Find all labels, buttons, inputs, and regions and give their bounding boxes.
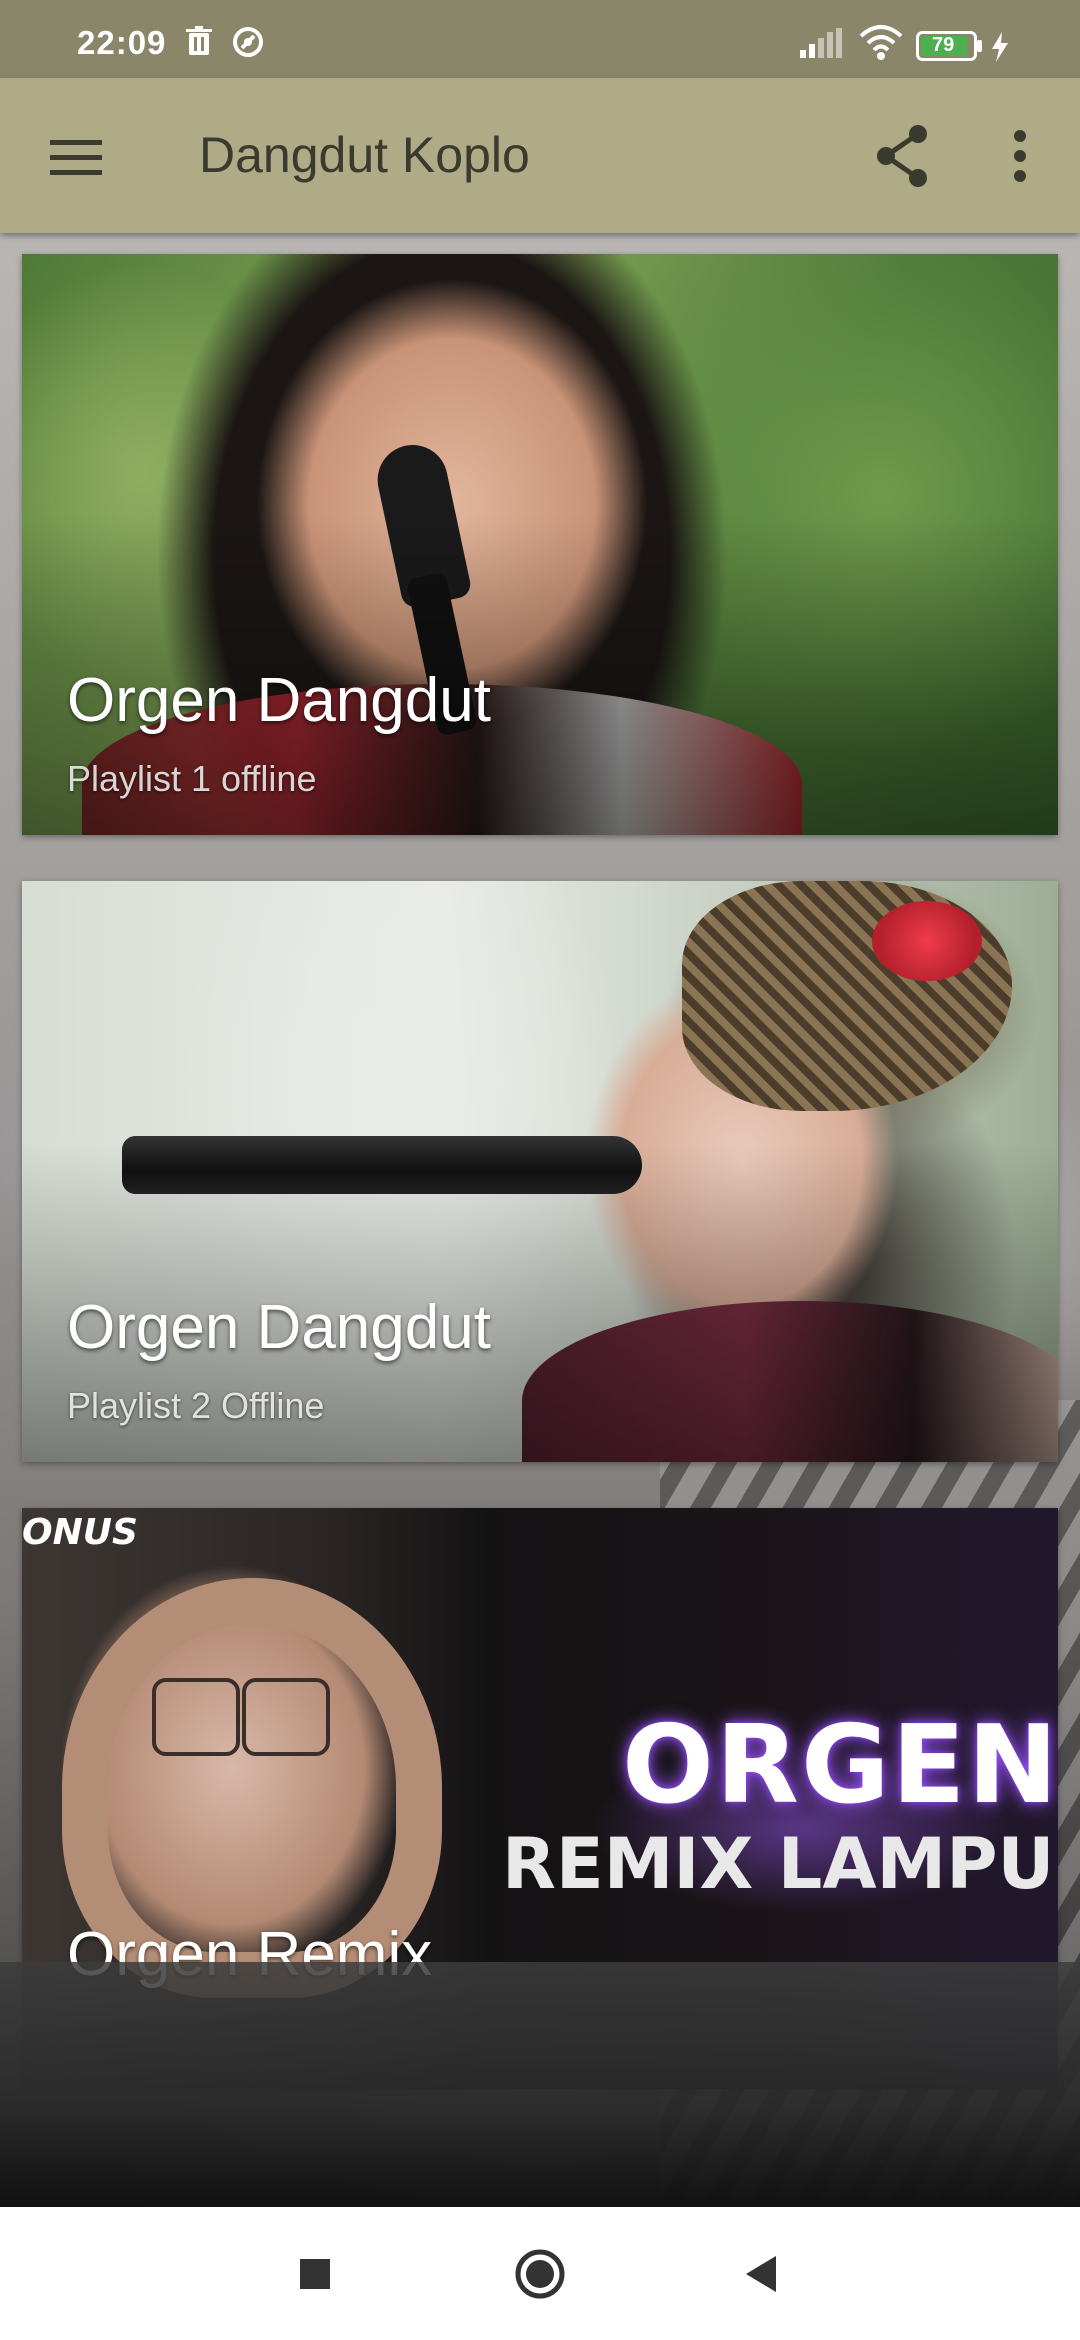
- more-options-button[interactable]: [984, 120, 1056, 192]
- flower-graphic: [872, 901, 982, 981]
- card-title: Orgen Dangdut: [67, 666, 491, 735]
- share-icon: [877, 125, 927, 187]
- glasses-graphic: [242, 1678, 330, 1756]
- trash-icon: [186, 26, 212, 61]
- card-title: Orgen Dangdut: [67, 1293, 491, 1362]
- art-text-big: ORGEN: [622, 1703, 1058, 1828]
- menu-button[interactable]: [40, 122, 112, 194]
- charging-icon: [990, 32, 1010, 67]
- screen: 22:09 79 Dangdut Koplo Orgen Dangdut Pla…: [0, 0, 1080, 2340]
- more-vert-icon: [1014, 130, 1026, 182]
- playlist-card-1[interactable]: Orgen Dangdut Playlist 1 offline: [22, 254, 1058, 835]
- share-button[interactable]: [868, 120, 940, 192]
- status-bar: 22:09 79: [0, 0, 1080, 78]
- recents-button[interactable]: [282, 2241, 348, 2307]
- art-text-small: REMIX LAMPUN: [502, 1823, 1058, 1905]
- status-time: 22:09: [77, 24, 167, 61]
- art-text-top: ONUS: [22, 1512, 138, 1553]
- navigation-bar: [0, 2207, 1080, 2340]
- home-circle-icon: [515, 2249, 565, 2299]
- menu-icon: [50, 140, 102, 175]
- bottom-overlay: [0, 1962, 1080, 2207]
- card-subtitle: Playlist 2 Offline: [67, 1385, 325, 1426]
- app-bar: Dangdut Koplo: [0, 78, 1080, 233]
- battery-level: 79: [932, 34, 955, 56]
- recents-square-icon: [300, 2259, 330, 2289]
- back-triangle-icon: [746, 2256, 776, 2292]
- card-subtitle: Playlist 1 offline: [67, 758, 317, 799]
- wifi-icon: [858, 24, 904, 65]
- back-button[interactable]: [728, 2241, 794, 2307]
- vpn-icon: [232, 26, 264, 63]
- playlist-card-2[interactable]: Orgen Dangdut Playlist 2 Offline: [22, 881, 1058, 1462]
- home-button[interactable]: [507, 2241, 573, 2307]
- signal-icon: [800, 28, 842, 63]
- glasses-graphic: [152, 1678, 240, 1756]
- app-title: Dangdut Koplo: [199, 127, 530, 183]
